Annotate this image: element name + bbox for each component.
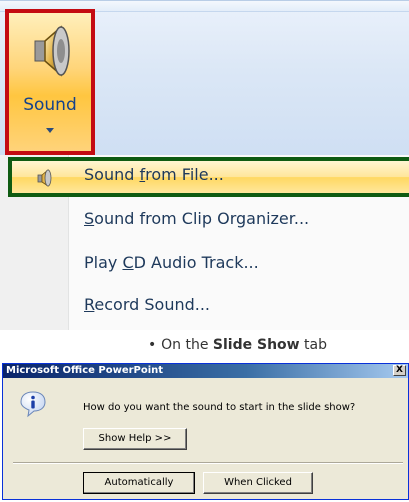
slide-bullet-text: • On the Slide Show tab [148, 338, 328, 352]
sound-start-dialog: Microsoft Office PowerPoint X How do you… [2, 363, 409, 500]
when-clicked-button[interactable]: When Clicked [203, 472, 313, 494]
dialog-title: Microsoft Office PowerPoint [6, 365, 164, 376]
dialog-question: How do you want the sound to start in th… [83, 402, 356, 413]
close-button[interactable]: X [393, 365, 406, 376]
menu-item-label: Record Sound... [84, 295, 211, 314]
sound-dropdown-menu: Sound from File... Sound from Clip Organ… [0, 155, 409, 330]
menu-item-sound-from-clip-organizer[interactable]: Sound from Clip Organizer... [0, 199, 409, 243]
info-icon [20, 391, 46, 418]
menu-item-sound-from-file[interactable]: Sound from File... [0, 155, 409, 199]
ribbon-panel: Sound [0, 0, 409, 156]
show-help-button[interactable]: Show Help >> [83, 428, 187, 450]
menu-item-label: Sound from Clip Organizer... [84, 209, 310, 228]
menu-item-record-sound[interactable]: Record Sound... [0, 285, 409, 329]
sound-button-label: Sound [23, 95, 77, 115]
menu-item-play-cd-audio-track[interactable]: Play CD Audio Track... [0, 243, 409, 287]
dialog-separator [13, 462, 403, 464]
menu-item-label: Play CD Audio Track... [84, 253, 259, 272]
automatically-button[interactable]: Automatically [83, 472, 195, 494]
dialog-titlebar[interactable]: Microsoft Office PowerPoint X [3, 364, 408, 378]
speaker-icon [37, 169, 52, 187]
chevron-down-icon[interactable] [43, 125, 57, 135]
sound-button[interactable]: Sound [5, 9, 95, 155]
speaker-icon [34, 25, 70, 77]
menu-item-label: Sound from File... [84, 165, 224, 184]
